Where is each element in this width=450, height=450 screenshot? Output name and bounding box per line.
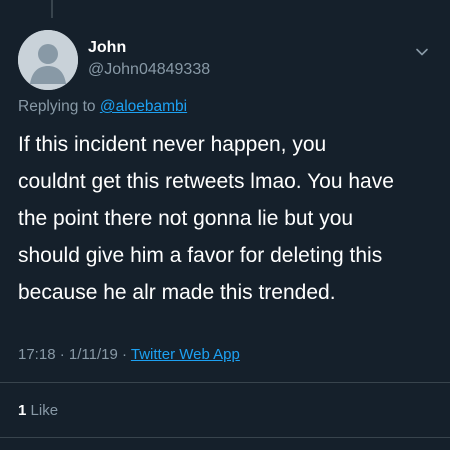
author-handle[interactable]: @John04849338 <box>88 59 210 81</box>
tweet-header: John @John04849338 <box>18 30 436 90</box>
author-names: John @John04849338 <box>88 38 210 81</box>
meta-separator: · <box>117 346 131 363</box>
tweet-source-link[interactable]: Twitter Web App <box>131 346 240 363</box>
tweet-date[interactable]: 1/11/19 <box>69 346 118 363</box>
replying-to-mention-link[interactable]: @aloebambi <box>100 98 187 115</box>
divider <box>0 382 450 383</box>
likes-stat[interactable]: 1 Like <box>18 401 58 421</box>
meta-separator: · <box>55 346 69 363</box>
tweet-text: If this incident never happen, you could… <box>18 133 394 304</box>
replying-to: Replying to @aloebambi <box>18 97 187 117</box>
avatar[interactable] <box>18 30 78 90</box>
likes-label: Like <box>30 402 59 419</box>
divider <box>0 437 450 438</box>
likes-count: 1 <box>18 402 27 419</box>
tweet-meta: 17:18 · 1/11/19 · Twitter Web App <box>18 345 240 365</box>
chevron-down-icon[interactable] <box>414 44 430 60</box>
author-display-name[interactable]: John <box>88 38 210 58</box>
tweet-time[interactable]: 17:18 <box>18 346 56 363</box>
default-avatar-icon <box>18 30 78 90</box>
replying-to-prefix: Replying to <box>18 98 100 115</box>
thread-connector-line <box>51 0 53 18</box>
